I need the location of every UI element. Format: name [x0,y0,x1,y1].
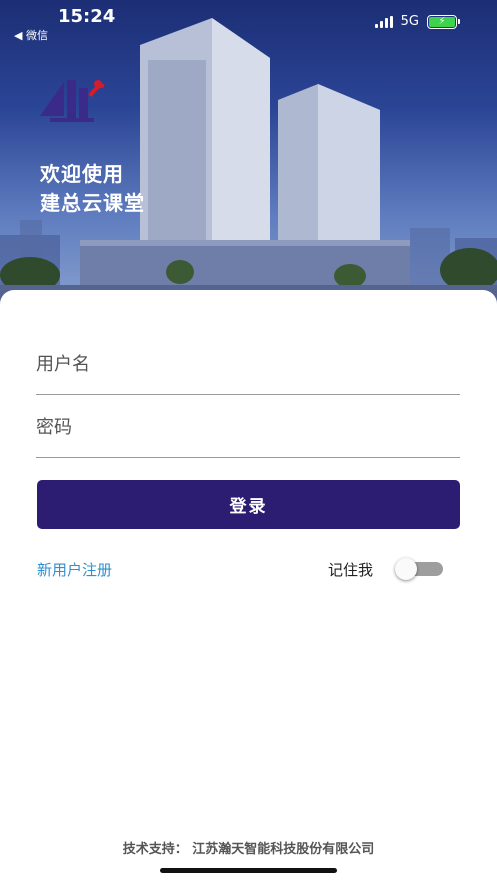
remember-me-toggle[interactable] [395,558,443,580]
password-input[interactable] [36,417,460,438]
username-field[interactable] [36,354,460,395]
username-input[interactable] [36,354,460,375]
company-logo-icon [40,80,105,122]
header-banner: 15:24 ◀ 微信 5G ⚡ 欢迎使用 建总云课堂 [0,0,497,310]
tech-support-footer: 技术支持： 江苏瀚天智能科技股份有限公司 [122,842,375,857]
status-time: 15:24 [58,6,116,27]
register-link[interactable]: 新用户注册 [37,559,112,580]
back-to-wechat-link[interactable]: ◀ 微信 [14,27,48,43]
remember-me-label: 记住我 [328,561,374,579]
building-illustration [0,18,497,310]
battery-charging-icon: ⚡ [427,14,460,29]
status-indicators: 5G ⚡ [374,14,460,29]
network-type: 5G [400,14,419,29]
toggle-knob [395,558,417,580]
home-indicator[interactable] [160,868,337,873]
signal-icon [374,15,393,28]
password-field[interactable] [36,417,460,458]
app-name: 建总云课堂 [40,191,145,215]
welcome-line-1: 欢迎使用 [40,162,124,186]
welcome-text: 欢迎使用 建总云课堂 [40,160,145,218]
login-button[interactable]: 登录 [37,480,460,529]
